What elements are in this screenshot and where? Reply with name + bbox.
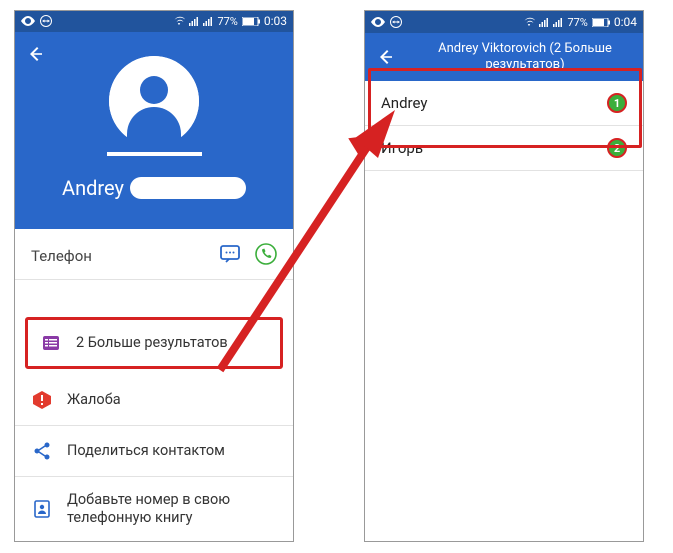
redacted-line [107, 152, 202, 156]
wifi-icon [523, 17, 535, 27]
teamviewer-icon [40, 15, 52, 27]
phone-screen-left: 77% 0:03 Andrey Телефон [14, 10, 294, 542]
phone-section: Телефон [15, 229, 293, 279]
call-icon[interactable] [255, 243, 277, 269]
signal-icon-2 [203, 17, 213, 26]
contact-name-row: Andrey [62, 176, 246, 200]
add-to-book-row[interactable]: Добавьте номер в свою телефонную книгу [15, 477, 293, 541]
contact-header: Andrey [15, 32, 293, 229]
message-icon[interactable] [219, 243, 241, 269]
result-row[interactable]: Andrey 1 [365, 81, 643, 125]
share-icon [31, 440, 53, 462]
battery-icon [592, 18, 610, 27]
back-button[interactable] [25, 38, 57, 70]
contacts-book-icon [31, 498, 53, 520]
contact-name: Andrey [62, 176, 124, 200]
redacted-surname [130, 177, 246, 199]
battery-percent: 77% [217, 15, 237, 28]
results-header-title: Andrey Viktorovich (2 Больше результатов… [417, 41, 633, 72]
result-name: Andrey [381, 94, 427, 112]
more-results-label: 2 Больше результатов [76, 334, 228, 351]
results-icon [40, 332, 62, 354]
teamviewer-icon [390, 16, 402, 28]
more-results-row[interactable]: 2 Больше результатов [32, 326, 276, 360]
avatar [109, 56, 199, 146]
more-results-highlight: 2 Больше результатов [25, 317, 283, 369]
share-row[interactable]: Поделиться контактом [15, 426, 293, 476]
clock: 0:03 [264, 14, 287, 28]
clock: 0:04 [614, 15, 637, 29]
status-bar: 77% 0:04 [365, 11, 643, 33]
eye-icon [371, 17, 385, 27]
warning-icon [31, 389, 53, 411]
back-button[interactable] [375, 41, 407, 73]
divider [365, 170, 643, 171]
signal-icon [189, 17, 199, 26]
phone-screen-right: 77% 0:04 Andrey Viktorovich (2 Больше ре… [364, 10, 644, 542]
share-label: Поделиться контактом [67, 442, 225, 459]
result-name: Игорь [381, 139, 423, 157]
result-badge: 1 [607, 93, 627, 113]
wifi-icon [173, 16, 185, 26]
result-row[interactable]: Игорь 2 [365, 126, 643, 170]
complaint-row[interactable]: Жалоба [15, 375, 293, 425]
signal-icon-2 [553, 18, 563, 27]
eye-icon [21, 16, 35, 26]
phone-section-label: Телефон [31, 247, 92, 265]
complaint-label: Жалоба [67, 391, 121, 408]
signal-icon [539, 18, 549, 27]
battery-icon [242, 17, 260, 26]
result-badge: 2 [607, 138, 627, 158]
battery-percent: 77% [567, 16, 587, 29]
status-bar: 77% 0:03 [15, 11, 293, 32]
results-header: Andrey Viktorovich (2 Больше результатов… [365, 33, 643, 81]
add-to-book-label: Добавьте номер в свою телефонную книгу [67, 491, 277, 527]
